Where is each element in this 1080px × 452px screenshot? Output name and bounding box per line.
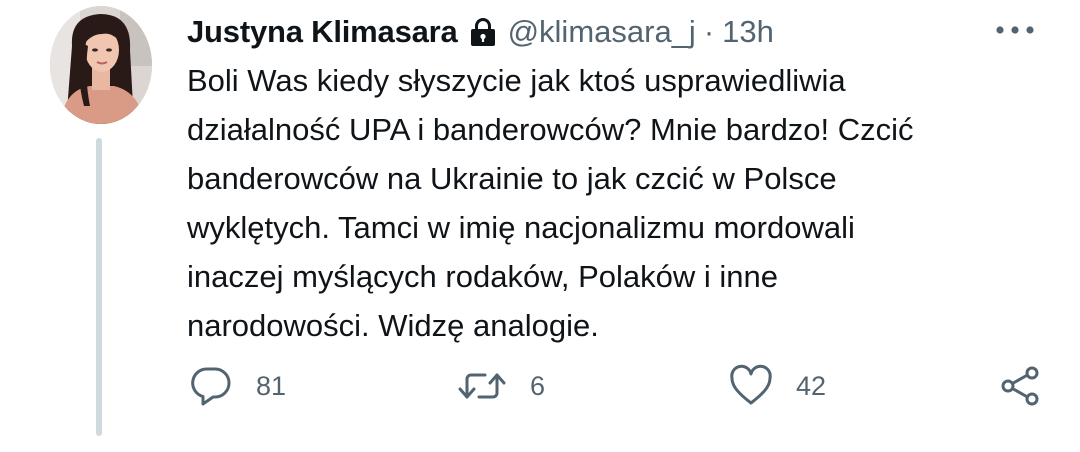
share-icon bbox=[998, 363, 1044, 409]
retweet-count: 6 bbox=[530, 370, 546, 401]
tweet-text-line: Boli Was kiedy słyszycie jak ktoś uspraw… bbox=[187, 63, 846, 98]
retweet-button[interactable]: 6 bbox=[456, 356, 545, 416]
tweet-text-line: inaczej myślących rodaków, Polaków i inn… bbox=[187, 259, 778, 294]
reply-button[interactable]: 81 bbox=[188, 356, 286, 416]
share-button[interactable] bbox=[998, 356, 1044, 416]
author-handle[interactable]: @klimasara_j bbox=[508, 14, 696, 50]
avatar[interactable] bbox=[50, 6, 152, 124]
more-options-icon[interactable] bbox=[994, 20, 1036, 40]
like-count: 42 bbox=[796, 370, 827, 401]
tweet-text: Boli Was kiedy słyszycie jak ktoś uspraw… bbox=[187, 56, 1037, 350]
action-bar: 81 6 42 bbox=[0, 356, 1080, 416]
retweet-icon bbox=[456, 363, 508, 409]
timestamp[interactable]: 13h bbox=[722, 14, 774, 50]
tweet-text-line: wyklętych. Tamci w imię nacjonalizmu mor… bbox=[187, 210, 855, 245]
separator-dot: · bbox=[703, 14, 715, 49]
tweet-text-line: działalność UPA i banderowców? Mnie bard… bbox=[187, 112, 914, 147]
reply-count: 81 bbox=[256, 370, 287, 401]
tweet-header: Justyna Klimasara @klimasara_j · 13h bbox=[187, 10, 774, 54]
lock-icon bbox=[467, 16, 499, 48]
author-name[interactable]: Justyna Klimasara bbox=[187, 14, 458, 50]
tweet-text-line: banderowców na Ukrainie to jak czcić w P… bbox=[187, 161, 837, 196]
heart-icon bbox=[728, 363, 774, 409]
like-button[interactable]: 42 bbox=[728, 356, 826, 416]
reply-icon bbox=[188, 363, 234, 409]
tweet-text-line: narodowości. Widzę analogie. bbox=[187, 308, 599, 343]
